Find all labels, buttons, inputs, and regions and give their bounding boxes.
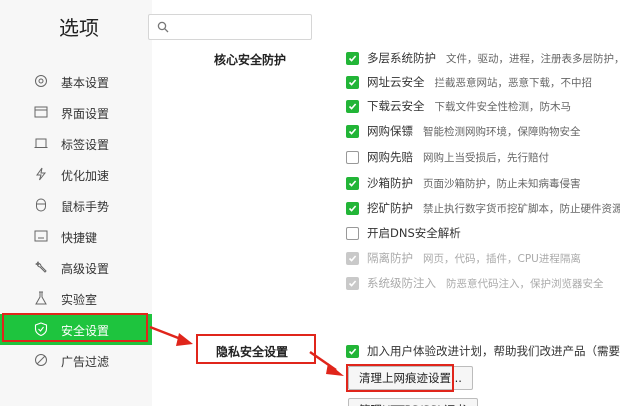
checkbox-checked[interactable] — [346, 124, 359, 138]
manage-certificates-button[interactable]: 管理HTTPS/SSL证书 — [348, 398, 478, 406]
tab-icon — [34, 138, 48, 148]
checkbox-disabled — [346, 251, 359, 265]
sidebar-item-label: 标签设置 — [61, 138, 110, 152]
option-system-protection[interactable]: 多层系统防护 文件，驱动，进程，注册表多层防护，保护 — [346, 49, 620, 67]
gear-icon — [35, 75, 47, 87]
option-mining-protection[interactable]: 挖矿防护 禁止执行数字货币挖矿脚本，防止硬件资源被利 — [346, 199, 620, 217]
option-shopping-guard[interactable]: 网购保镖 智能检测网购环境，保障购物安全 — [346, 122, 581, 140]
checkbox-disabled — [346, 276, 359, 290]
lightning-icon — [36, 167, 47, 181]
sidebar-item-label: 鼠标手势 — [61, 200, 110, 214]
checkbox-checked[interactable] — [346, 201, 359, 215]
option-anti-injection: 系统级防注入 防恶意代码注入，保护浏览器安全 — [346, 274, 604, 292]
sidebar-item-label: 广告过滤 — [61, 355, 110, 369]
settings-content: 核心安全防护 多层系统防护 文件，驱动，进程，注册表多层防护，保护 网址云安全 … — [152, 0, 620, 406]
checkbox-unchecked[interactable] — [346, 150, 359, 164]
flask-icon — [35, 291, 47, 305]
option-user-experience-plan[interactable]: 加入用户体验改进计划，帮助我们改进产品（需要重启 — [346, 342, 620, 360]
checkbox-checked[interactable] — [346, 51, 359, 65]
sidebar-item-basic-settings[interactable]: 基本设置 — [0, 66, 152, 97]
sidebar-item-label: 高级设置 — [61, 262, 110, 276]
sidebar-item-label: 基本设置 — [61, 76, 110, 90]
mouse-icon — [36, 198, 46, 212]
checkbox-checked[interactable] — [346, 75, 359, 89]
highlight-frame-privacy — [196, 334, 316, 364]
option-sandbox-protection[interactable]: 沙箱防护 页面沙箱防护，防止未知病毒侵害 — [346, 174, 581, 192]
option-url-cloud-security[interactable]: 网址云安全 拦截恶意网站，恶意下载，不中招 — [346, 73, 592, 91]
block-icon — [35, 354, 47, 366]
page-title: 选项 — [59, 16, 99, 40]
highlight-frame-button — [346, 364, 454, 392]
sidebar-item-label: 快捷键 — [61, 231, 98, 245]
sidebar-item-optimize[interactable]: 优化加速 — [0, 159, 152, 190]
section-title-core-security: 核心安全防护 — [214, 53, 287, 67]
wrench-icon — [35, 261, 47, 273]
sidebar-item-label: 实验室 — [61, 293, 98, 307]
checkbox-checked[interactable] — [346, 99, 359, 113]
sidebar-item-label: 界面设置 — [61, 107, 110, 121]
checkbox-checked[interactable] — [346, 176, 359, 190]
highlight-frame-sidebar — [2, 313, 148, 342]
sidebar-item-mouse-gestures[interactable]: 鼠标手势 — [0, 190, 152, 221]
sidebar-item-shortcuts[interactable]: 快捷键 — [0, 221, 152, 252]
window-icon — [34, 106, 48, 118]
option-shopping-compensation[interactable]: 网购先赔 网购上当受损后，先行赔付 — [346, 148, 549, 166]
checkbox-checked[interactable] — [346, 344, 359, 358]
checkbox-unchecked[interactable] — [346, 226, 359, 240]
keyboard-icon — [34, 230, 48, 242]
sidebar-item-ad-filter[interactable]: 广告过滤 — [0, 345, 152, 376]
sidebar-item-interface-settings[interactable]: 界面设置 — [0, 97, 152, 128]
sidebar-item-tab-settings[interactable]: 标签设置 — [0, 128, 152, 159]
sidebar-item-lab[interactable]: 实验室 — [0, 283, 152, 314]
option-isolation-protection: 隔离防护 网页，代码，插件，CPU进程隔离 — [346, 249, 581, 267]
sidebar-item-label: 优化加速 — [61, 169, 110, 183]
sidebar-item-advanced[interactable]: 高级设置 — [0, 252, 152, 283]
option-download-cloud-security[interactable]: 下载云安全 下载文件安全性检测，防木马 — [346, 97, 571, 115]
option-dns-secure-resolve[interactable]: 开启DNS安全解析 — [346, 224, 471, 242]
